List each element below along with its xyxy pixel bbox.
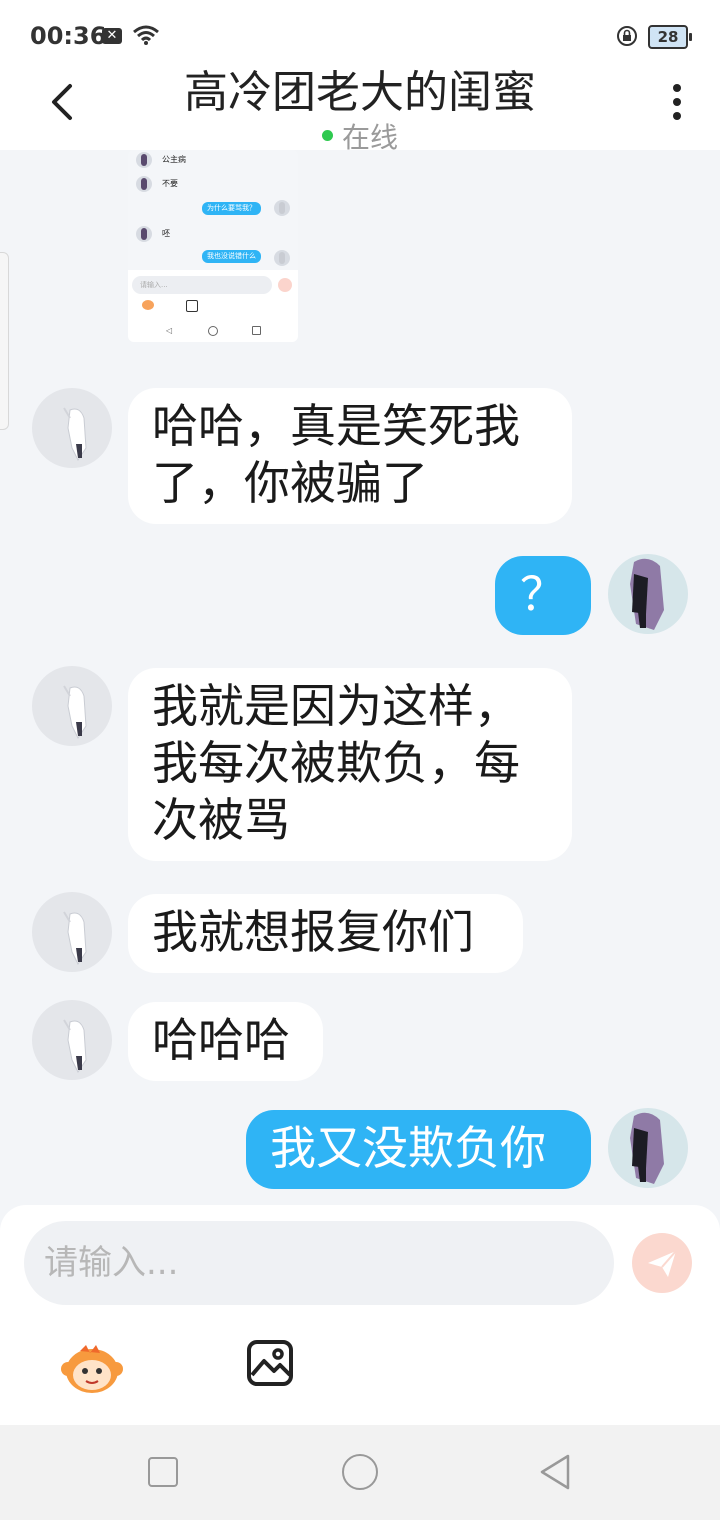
paper-plane-icon bbox=[648, 1250, 677, 1277]
embedded-message-text: 公主病 bbox=[162, 155, 186, 164]
online-dot-icon bbox=[321, 129, 333, 141]
message-input[interactable] bbox=[24, 1221, 614, 1305]
send-button[interactable] bbox=[632, 1233, 692, 1293]
monkey-emoji-icon bbox=[61, 1345, 123, 1393]
image-icon bbox=[186, 300, 198, 312]
image-message[interactable]: 公主病 不要 为什么要骂我？ 呸 我也没说错什么 请输入... ◁ bbox=[128, 150, 298, 342]
anime-avatar-icon bbox=[63, 911, 87, 965]
embedded-input: 请输入... bbox=[132, 276, 272, 294]
emoji-button[interactable] bbox=[60, 1335, 124, 1399]
avatar[interactable] bbox=[32, 666, 112, 746]
scroll-handle[interactable] bbox=[0, 252, 9, 430]
avatar bbox=[136, 176, 152, 192]
triangle-back-icon: ◁ bbox=[166, 326, 173, 335]
embedded-message-text: 呸 bbox=[162, 229, 170, 238]
avatar bbox=[136, 226, 152, 242]
message-bubble-out[interactable]: 我又没欺负你 bbox=[246, 1110, 591, 1189]
message-list[interactable]: 公主病 不要 为什么要骂我？ 呸 我也没说错什么 请输入... ◁ 哈哈，真是笑… bbox=[0, 150, 720, 1205]
avatar[interactable] bbox=[32, 1000, 112, 1080]
wifi-icon bbox=[133, 25, 159, 45]
battery-level: 28 bbox=[657, 28, 679, 46]
paper-plane-icon bbox=[278, 278, 292, 292]
monkey-emoji-icon bbox=[142, 300, 154, 310]
embedded-message-text: 不要 bbox=[162, 179, 178, 188]
avatar[interactable] bbox=[608, 554, 688, 634]
circle-icon[interactable] bbox=[342, 1454, 378, 1490]
message-bubble-in[interactable]: 我就是因为这样，我每次被欺负，每次被骂 bbox=[128, 668, 572, 861]
image-button[interactable] bbox=[246, 1339, 294, 1387]
message-bubble-in[interactable]: 我就想报复你们 bbox=[128, 894, 523, 973]
square-icon[interactable] bbox=[148, 1457, 178, 1487]
anime-avatar-icon bbox=[630, 1112, 664, 1184]
close-box-icon: ✕ bbox=[102, 28, 122, 44]
avatar[interactable] bbox=[608, 1108, 688, 1188]
avatar[interactable] bbox=[32, 892, 112, 972]
more-vertical-icon[interactable] bbox=[664, 82, 690, 122]
embedded-input-panel: 请输入... ◁ bbox=[128, 270, 298, 342]
triangle-back-icon[interactable] bbox=[538, 1453, 572, 1491]
embedded-message-text: 为什么要骂我？ bbox=[202, 202, 261, 215]
status-time: 00:36 bbox=[30, 22, 107, 50]
composer bbox=[0, 1205, 720, 1425]
chat-header: 高冷团老大的闺蜜 在线 bbox=[0, 50, 720, 154]
message-bubble-in[interactable]: 哈哈，真是笑死我了，你被骗了 bbox=[128, 388, 572, 524]
avatar[interactable] bbox=[32, 388, 112, 468]
circle-icon bbox=[208, 326, 218, 336]
embedded-message-text: 我也没说错什么 bbox=[202, 250, 261, 263]
chat-title: 高冷团老大的闺蜜 bbox=[184, 67, 536, 118]
anime-avatar-icon bbox=[63, 1019, 87, 1073]
square-icon bbox=[252, 326, 261, 335]
anime-avatar-icon bbox=[630, 558, 664, 630]
avatar bbox=[274, 250, 290, 266]
avatar bbox=[136, 152, 152, 168]
battery-indicator: 28 bbox=[648, 25, 692, 49]
anime-avatar-icon bbox=[63, 407, 87, 461]
rotation-lock-icon bbox=[617, 26, 637, 46]
system-nav-bar bbox=[0, 1425, 720, 1520]
message-bubble-out[interactable]: ？ bbox=[495, 556, 591, 635]
message-bubble-in[interactable]: 哈哈哈 bbox=[128, 1002, 323, 1081]
anime-avatar-icon bbox=[63, 685, 87, 739]
avatar bbox=[274, 200, 290, 216]
image-icon bbox=[247, 1340, 293, 1386]
